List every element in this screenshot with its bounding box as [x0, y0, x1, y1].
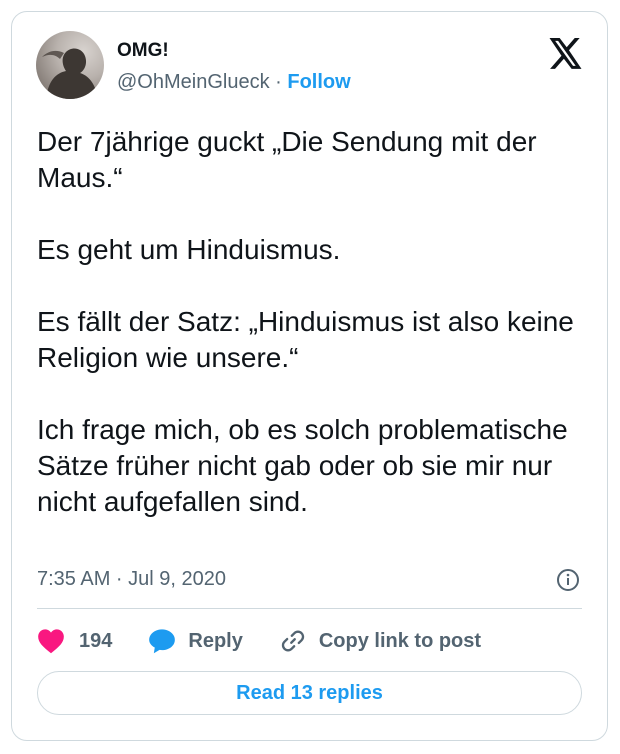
tweet-paragraph-2: Es geht um Hinduismus. — [37, 234, 341, 265]
tweet-paragraph-1: Der 7jährige guckt „Die Sendung mit der … — [37, 126, 537, 193]
tweet-paragraph-3: Es fällt der Satz: „Hinduismus ist also … — [37, 306, 574, 373]
follow-link[interactable]: Follow — [287, 71, 350, 93]
tweet-paragraph-4: Ich frage mich, ob es solch problematisc… — [37, 414, 568, 517]
reply-label: Reply — [188, 629, 243, 652]
copy-link-label: Copy link to post — [318, 629, 482, 652]
author-handle[interactable]: @OhMeinGlueck — [117, 71, 270, 93]
avatar[interactable] — [36, 31, 104, 99]
divider — [37, 608, 582, 609]
like-button[interactable]: 194 — [37, 628, 112, 654]
reply-bubble-icon — [149, 629, 176, 654]
heart-icon — [38, 629, 64, 654]
author-display-name[interactable]: OMG! — [117, 40, 169, 62]
copy-link-button[interactable]: Copy link to post — [279, 627, 481, 655]
action-bar: 194 Reply Copy link to post — [37, 626, 517, 656]
tweet-text: Der 7jährige guckt „Die Sendung mit der … — [37, 124, 582, 520]
handle-separator: · — [275, 71, 282, 93]
tweet-timestamp[interactable]: 7:35 AM · Jul 9, 2020 — [37, 567, 226, 591]
read-replies-button[interactable]: Read 13 replies — [37, 671, 582, 715]
link-icon — [281, 630, 305, 652]
x-logo-icon[interactable] — [549, 38, 583, 69]
read-replies-label: Read 13 replies — [236, 681, 383, 704]
like-count: 194 — [79, 629, 113, 652]
author-handle-row: @OhMeinGlueck · Follow — [117, 70, 351, 94]
info-icon[interactable] — [556, 568, 580, 592]
reply-button[interactable]: Reply — [148, 628, 243, 654]
tweet-card: OMG! @OhMeinGlueck · Follow Der 7jährige… — [11, 11, 608, 741]
